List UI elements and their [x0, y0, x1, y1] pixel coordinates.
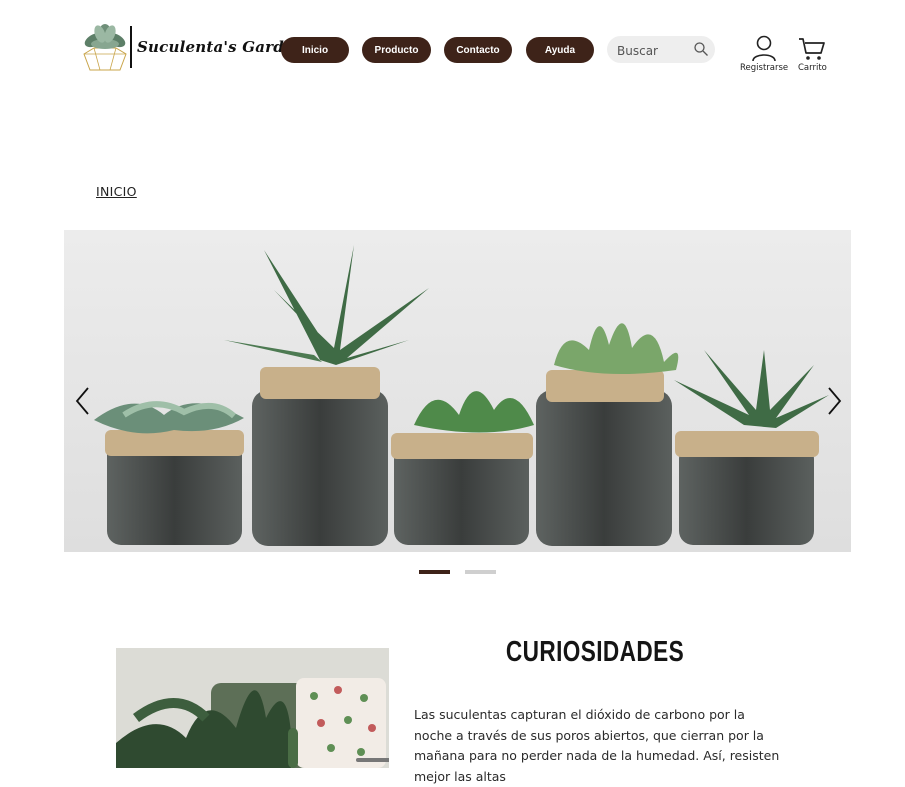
jar-4	[536, 323, 679, 546]
carousel-dot-1[interactable]	[419, 570, 450, 574]
brand-name[interactable]: Suculenta's Garden	[137, 38, 305, 56]
nav-producto-button[interactable]: Producto	[362, 37, 431, 63]
cart-button[interactable]: Carrito	[798, 34, 827, 73]
curiosidades-title: CURIOSIDADES	[505, 636, 685, 668]
curiosidades-image	[116, 648, 389, 768]
carousel-next-icon[interactable]	[824, 385, 844, 417]
cart-icon	[799, 38, 826, 60]
search-box	[607, 36, 715, 63]
user-icon	[752, 35, 776, 62]
register-button[interactable]: Registrarse	[740, 34, 788, 73]
cart-label: Carrito	[798, 63, 827, 73]
hero-carousel-image	[64, 230, 851, 552]
succulent-logo-icon	[83, 24, 127, 71]
search-icon[interactable]	[693, 41, 709, 57]
register-label: Registrarse	[740, 63, 789, 73]
site-header: Suculenta's Garden Inicio Producto Conta…	[0, 0, 905, 100]
logo-divider	[130, 26, 132, 68]
nav-ayuda-button[interactable]: Ayuda	[526, 37, 594, 63]
breadcrumb-inicio[interactable]: INICIO	[96, 184, 137, 199]
nav-contacto-button[interactable]: Contacto	[444, 37, 512, 63]
carousel-dot-2[interactable]	[465, 570, 496, 574]
jar-1	[94, 401, 244, 545]
carousel-prev-icon[interactable]	[73, 385, 93, 417]
nav-inicio-button[interactable]: Inicio	[281, 37, 349, 63]
curiosidades-text: Las suculentas capturan el dióxido de ca…	[414, 707, 780, 784]
search-input[interactable]	[615, 39, 697, 62]
